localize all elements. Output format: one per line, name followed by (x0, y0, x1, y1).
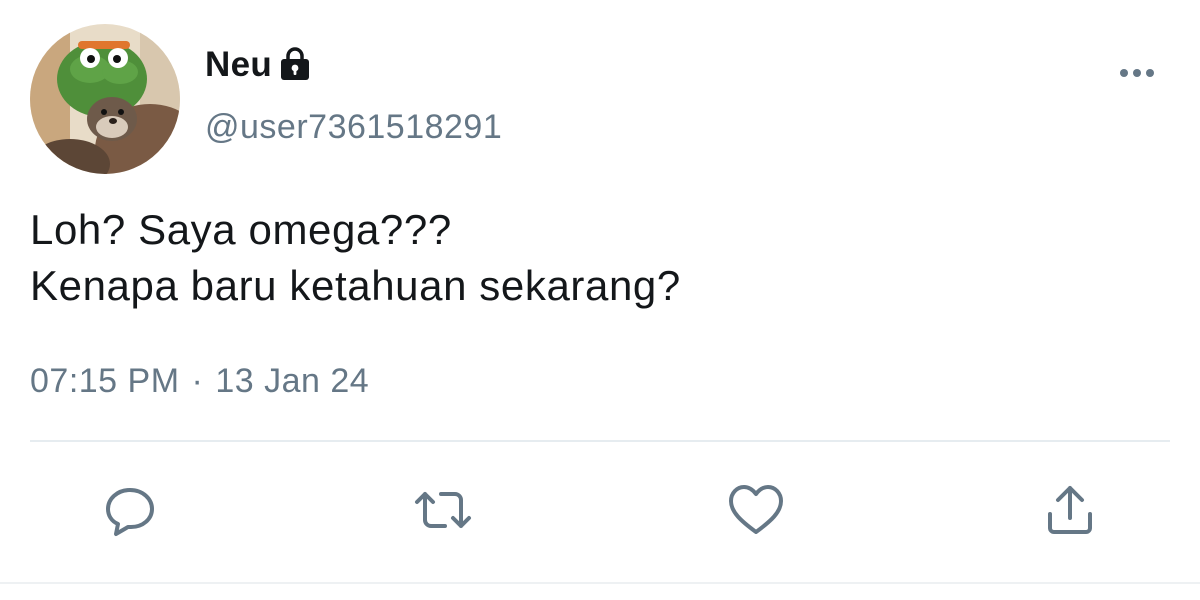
lock-icon (278, 46, 312, 87)
divider (30, 440, 1170, 442)
reply-icon (102, 482, 158, 543)
action-bar (0, 482, 1200, 542)
tweet-timestamp[interactable]: 07:15 PM · 13 Jan 24 (30, 362, 369, 401)
reply-button[interactable] (100, 482, 160, 542)
display-name-row: Neu (205, 42, 312, 88)
meta-separator: · (191, 362, 204, 400)
tweet-date: 13 Jan 24 (215, 362, 370, 400)
tweet-time: 07:15 PM (30, 362, 180, 400)
share-icon (1042, 482, 1098, 543)
more-options-icon[interactable] (1112, 58, 1162, 88)
avatar[interactable] (30, 24, 180, 174)
tweet-text-line: Kenapa baru ketahuan sekarang? (30, 262, 681, 309)
retweet-button[interactable] (413, 482, 473, 542)
like-button[interactable] (726, 482, 786, 542)
tweet-text: Loh? Saya omega??? Kenapa baru ketahuan … (30, 202, 1150, 314)
bottom-divider (0, 582, 1200, 584)
share-button[interactable] (1040, 482, 1100, 542)
tweet-card: Neu @user7361518291 Loh? Saya omega??? K… (0, 0, 1200, 600)
retweet-icon (413, 482, 473, 543)
like-icon (727, 483, 785, 542)
display-name[interactable]: Neu (205, 45, 272, 85)
tweet-text-line: Loh? Saya omega??? (30, 206, 452, 253)
user-handle[interactable]: @user7361518291 (205, 108, 502, 147)
